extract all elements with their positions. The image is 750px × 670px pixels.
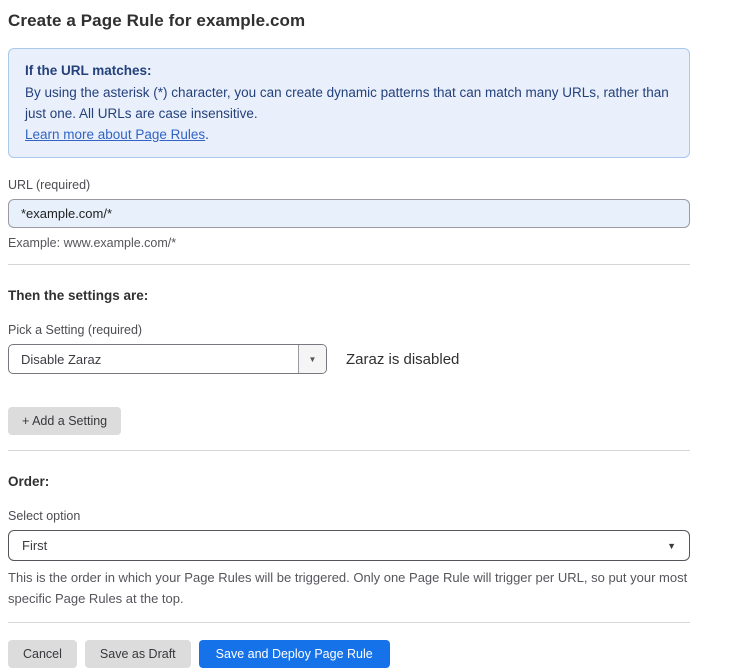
setting-select[interactable]: Disable Zaraz ▼	[8, 344, 327, 374]
save-as-draft-button[interactable]: Save as Draft	[85, 640, 191, 668]
setting-select-value: Disable Zaraz	[9, 345, 298, 373]
url-input[interactable]	[8, 199, 690, 228]
add-setting-button[interactable]: + Add a Setting	[8, 407, 121, 435]
chevron-down-icon: ▼	[309, 355, 317, 364]
order-select-value: First	[22, 538, 47, 553]
setting-picker-label: Pick a Setting (required)	[8, 323, 690, 337]
setting-status-text: Zaraz is disabled	[346, 351, 459, 368]
info-box-body: By using the asterisk (*) character, you…	[25, 82, 673, 124]
order-select-label: Select option	[8, 509, 690, 523]
learn-more-link[interactable]: Learn more about Page Rules	[25, 127, 205, 142]
url-helper-text: Example: www.example.com/*	[8, 236, 690, 250]
page-rule-form: Create a Page Rule for example.com If th…	[8, 0, 690, 668]
setting-select-arrow-button[interactable]: ▼	[298, 345, 326, 373]
settings-section-heading: Then the settings are:	[8, 288, 690, 303]
cancel-button[interactable]: Cancel	[8, 640, 77, 668]
info-link-line: Learn more about Page Rules.	[25, 124, 673, 145]
section-divider	[8, 450, 690, 451]
order-select[interactable]: First ▼	[8, 530, 690, 561]
info-box-heading: If the URL matches:	[25, 60, 673, 81]
page-title: Create a Page Rule for example.com	[8, 11, 690, 31]
url-field-label: URL (required)	[8, 178, 690, 192]
url-match-info-box: If the URL matches: By using the asteris…	[8, 48, 690, 158]
save-and-deploy-button[interactable]: Save and Deploy Page Rule	[199, 640, 390, 668]
link-suffix: .	[205, 127, 209, 142]
setting-row: Disable Zaraz ▼ Zaraz is disabled	[8, 344, 690, 374]
order-description: This is the order in which your Page Rul…	[8, 567, 690, 609]
section-divider	[8, 622, 690, 623]
section-divider	[8, 264, 690, 265]
chevron-down-icon: ▼	[667, 541, 676, 551]
order-section-heading: Order:	[8, 474, 690, 489]
action-button-row: Cancel Save as Draft Save and Deploy Pag…	[8, 640, 690, 668]
